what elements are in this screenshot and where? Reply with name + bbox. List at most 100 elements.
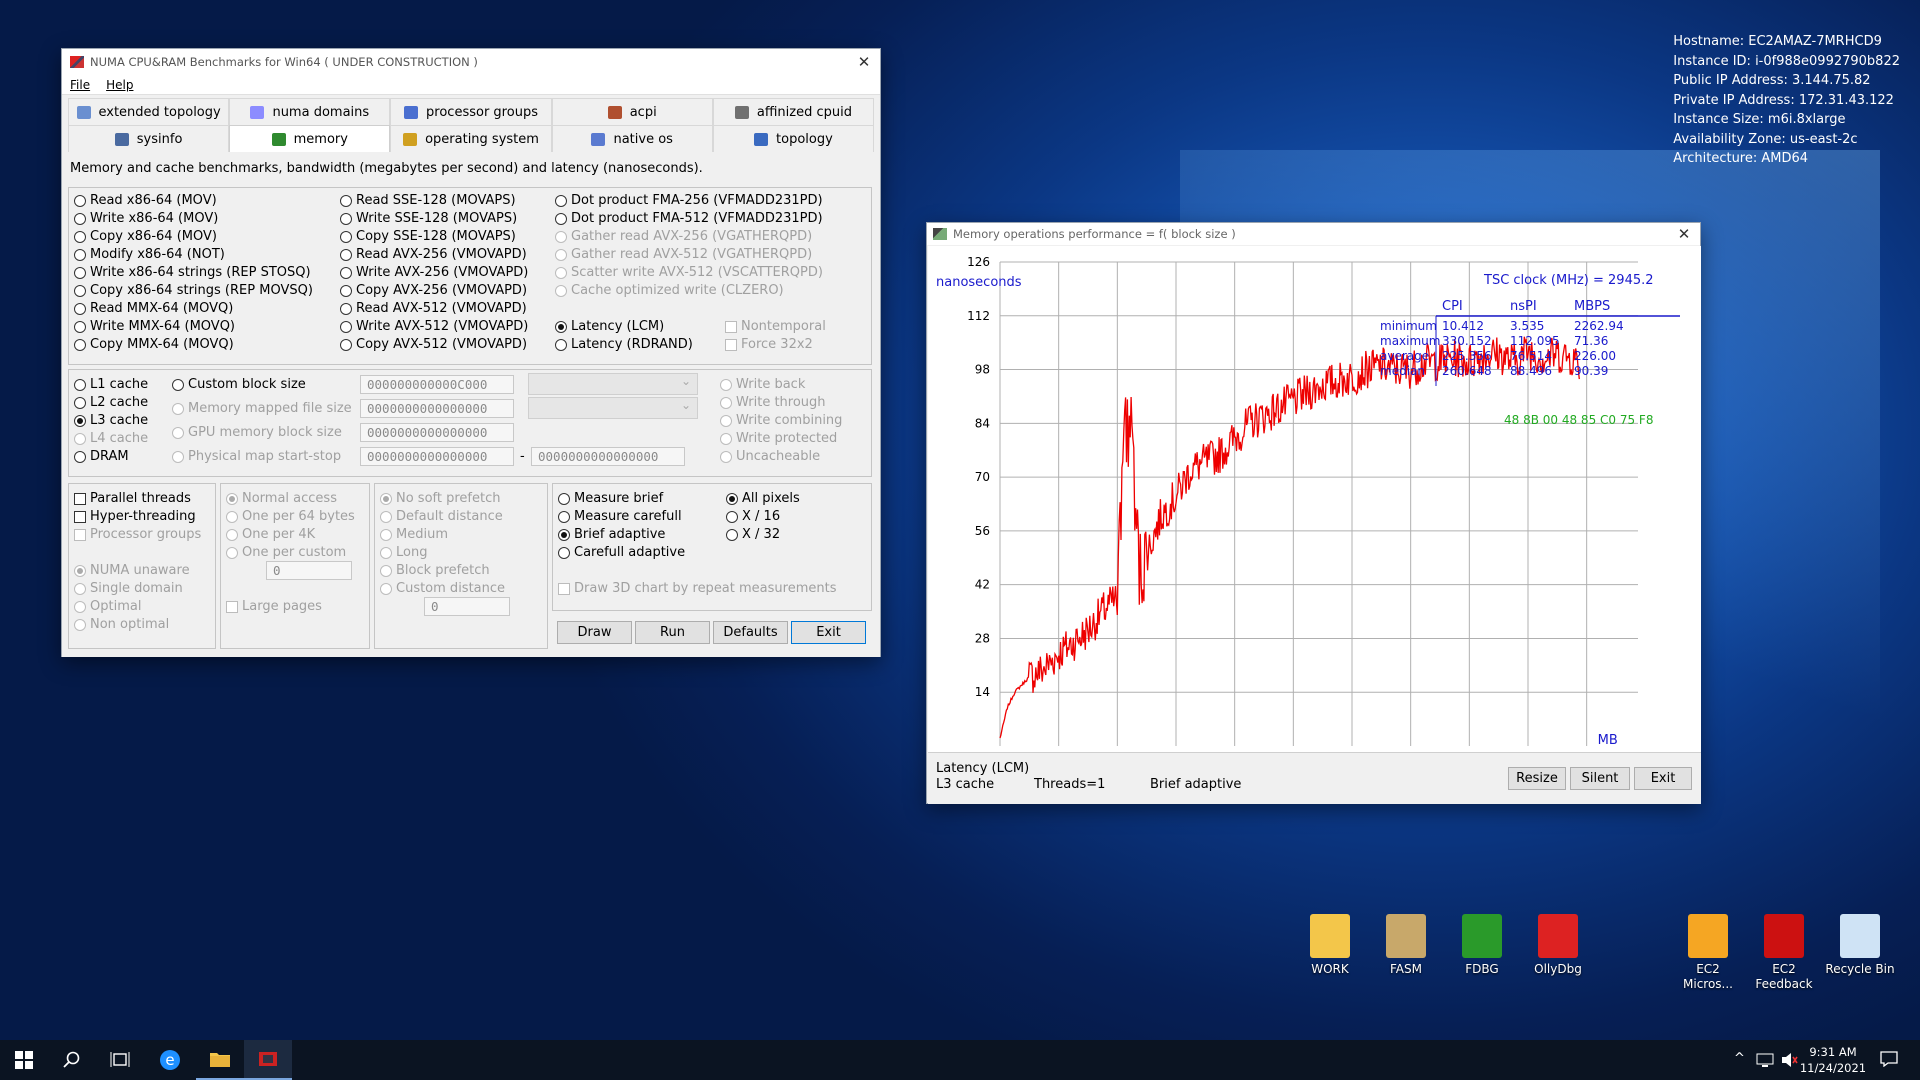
stats-header: CPI: [1442, 299, 1463, 314]
option-label: Read MMX-64 (MOVQ): [90, 301, 234, 316]
op-write-avx-512-vmovapd[interactable]: Write AVX-512 (VMOVAPD): [340, 319, 528, 334]
desktop-icon-recycle-bin[interactable]: Recycle Bin: [1822, 914, 1898, 977]
cache-l2-cache[interactable]: L2 cache: [74, 395, 148, 410]
measure-measure-brief[interactable]: Measure brief: [558, 491, 663, 506]
op-dot-product-fma-512-vfmadd231pd[interactable]: Dot product FMA-512 (VFMADD231PD): [555, 211, 823, 226]
block-custom-block-size[interactable]: Custom block size: [172, 377, 306, 392]
radio-button: [226, 546, 238, 559]
op-modify-x86-64-not[interactable]: Modify x86-64 (NOT): [74, 247, 225, 262]
defaults-button[interactable]: Defaults: [713, 621, 788, 644]
cache-dram[interactable]: DRAM: [74, 449, 129, 464]
graph-close-icon[interactable]: ✕: [1674, 224, 1694, 244]
block-value-field[interactable]: 0000000000000000: [360, 399, 514, 418]
volume-muted-icon[interactable]: [1780, 1052, 1798, 1072]
option-label: Normal access: [242, 491, 337, 506]
tab-numa-domains[interactable]: numa domains: [229, 98, 391, 125]
desktop-icon-fasm[interactable]: FASM: [1368, 914, 1444, 977]
op-copy-avx-256-vmovapd[interactable]: Copy AVX-256 (VMOVAPD): [340, 283, 527, 298]
op-read-sse-128-movaps[interactable]: Read SSE-128 (MOVAPS): [340, 193, 516, 208]
op-copy-x86-64-strings-rep-movsq[interactable]: Copy x86-64 strings (REP MOVSQ): [74, 283, 313, 298]
cache-l1-cache[interactable]: L1 cache: [74, 377, 148, 392]
exit-button[interactable]: Exit: [791, 621, 866, 644]
run-button[interactable]: Run: [635, 621, 710, 644]
desktop-icon-ec2-feedback[interactable]: EC2 Feedback: [1746, 914, 1822, 992]
silent-button[interactable]: Silent: [1570, 767, 1630, 790]
tab-processor-groups[interactable]: processor groups: [390, 98, 552, 125]
tab-operating-system[interactable]: operating system: [390, 125, 552, 152]
op-read-avx-512-vmovapd[interactable]: Read AVX-512 (VMOVAPD): [340, 301, 527, 316]
task-view-icon[interactable]: [96, 1040, 144, 1080]
op-copy-avx-512-vmovapd[interactable]: Copy AVX-512 (VMOVAPD): [340, 337, 527, 352]
y-tick-label: 126: [967, 255, 990, 269]
notifications-icon[interactable]: [1880, 1051, 1898, 1071]
tab-topology[interactable]: topology: [712, 125, 875, 152]
block-value-field[interactable]: 0000000000000000: [360, 447, 514, 466]
sysinfo-line: Hostname: EC2AMAZ-7MRHCD9: [1673, 34, 1882, 49]
numa-app-taskbar-icon[interactable]: [244, 1040, 292, 1080]
measure-carefull-adaptive[interactable]: Carefull adaptive: [558, 545, 685, 560]
op-copy-x86-64-mov[interactable]: Copy x86-64 (MOV): [74, 229, 217, 244]
force-32x2-checkbox: Force 32x2: [725, 337, 813, 352]
tab-label: sysinfo: [136, 131, 183, 147]
write-mode-write-combining: Write combining: [720, 413, 842, 428]
cache-l3-cache[interactable]: L3 cache: [74, 413, 148, 428]
op-copy-mmx-64-movq[interactable]: Copy MMX-64 (MOVQ): [74, 337, 234, 352]
close-icon[interactable]: ✕: [854, 52, 874, 72]
draw-button[interactable]: Draw: [557, 621, 632, 644]
tab-memory[interactable]: memory: [229, 125, 391, 152]
tray-chevron-icon[interactable]: ^: [1734, 1051, 1745, 1066]
desktop-icon-fdbg[interactable]: FDBG: [1444, 914, 1520, 977]
hyper-threading-checkbox[interactable]: Hyper-threading: [74, 509, 196, 524]
radio-button: [340, 194, 352, 207]
start-icon[interactable]: [0, 1040, 48, 1080]
menu-help[interactable]: Help: [98, 78, 141, 92]
block-end-field[interactable]: 0000000000000000: [531, 447, 685, 466]
graph-window-title: Memory operations performance = f( block…: [953, 227, 1236, 241]
search-icon[interactable]: [48, 1040, 96, 1080]
parallel-threads-checkbox[interactable]: Parallel threads: [74, 491, 191, 506]
resize-button[interactable]: Resize: [1508, 767, 1566, 790]
network-icon[interactable]: [1756, 1052, 1774, 1072]
op-dot-product-fma-256-vfmadd231pd[interactable]: Dot product FMA-256 (VFMADD231PD): [555, 193, 823, 208]
op-write-x86-64-mov[interactable]: Write x86-64 (MOV): [74, 211, 218, 226]
pixels-x-16[interactable]: X / 16: [726, 509, 780, 524]
block-value-field[interactable]: 000000000000C000: [360, 375, 514, 394]
option-label: Copy SSE-128 (MOVAPS): [356, 229, 516, 244]
desktop-icon-work[interactable]: WORK: [1292, 914, 1368, 977]
graph-exit-button[interactable]: Exit: [1634, 767, 1692, 790]
menu-file[interactable]: File: [62, 78, 98, 92]
tab-sysinfo[interactable]: sysinfo: [68, 125, 230, 152]
tab-extended-topology[interactable]: extended topology: [68, 98, 230, 125]
tab-acpi[interactable]: acpi: [551, 98, 713, 125]
op-read-avx-256-vmovapd[interactable]: Read AVX-256 (VMOVAPD): [340, 247, 527, 262]
tab-row-1: extended topology numa domains processor g…: [68, 98, 875, 125]
measure-brief-adaptive[interactable]: Brief adaptive: [558, 527, 665, 542]
pixels-all-pixels[interactable]: All pixels: [726, 491, 800, 506]
file-explorer-icon[interactable]: [196, 1040, 244, 1080]
dropdown-2[interactable]: [528, 397, 698, 419]
dropdown-1[interactable]: [528, 373, 698, 395]
pixels-x-32[interactable]: X / 32: [726, 527, 780, 542]
op-write-mmx-64-movq[interactable]: Write MMX-64 (MOVQ): [74, 319, 235, 334]
op-latency-lcm[interactable]: Latency (LCM): [555, 319, 664, 334]
op-read-mmx-64-movq[interactable]: Read MMX-64 (MOVQ): [74, 301, 233, 316]
measure-measure-carefull[interactable]: Measure carefull: [558, 509, 682, 524]
option-label: Copy x86-64 strings (REP MOVSQ): [90, 283, 313, 298]
block-value-field[interactable]: 0000000000000000: [360, 423, 514, 442]
tab-affinized-cpuid[interactable]: affinized cpuid: [712, 98, 875, 125]
op-write-x86-64-strings-rep-stosq[interactable]: Write x86-64 strings (REP STOSQ): [74, 265, 311, 280]
op-latency-rdrand[interactable]: Latency (RDRAND): [555, 337, 693, 352]
desktop-icon-ec2-micros[interactable]: EC2 Micros...: [1670, 914, 1746, 992]
radio-button: [172, 450, 184, 463]
op-write-avx-256-vmovapd[interactable]: Write AVX-256 (VMOVAPD): [340, 265, 528, 280]
prefetch-long: Long: [380, 545, 427, 560]
clock[interactable]: 9:31 AM 11/24/2021: [1798, 1044, 1868, 1076]
desktop-icon-ollydbg[interactable]: OllyDbg: [1520, 914, 1596, 977]
ec2-feedback-icon: [1764, 914, 1804, 958]
op-copy-sse-128-movaps[interactable]: Copy SSE-128 (MOVAPS): [340, 229, 516, 244]
tab-native-os[interactable]: native os: [551, 125, 713, 152]
op-write-sse-128-movaps[interactable]: Write SSE-128 (MOVAPS): [340, 211, 517, 226]
edge-icon[interactable]: e: [146, 1040, 194, 1080]
op-read-x86-64-mov[interactable]: Read x86-64 (MOV): [74, 193, 217, 208]
radio-button: [555, 194, 567, 207]
